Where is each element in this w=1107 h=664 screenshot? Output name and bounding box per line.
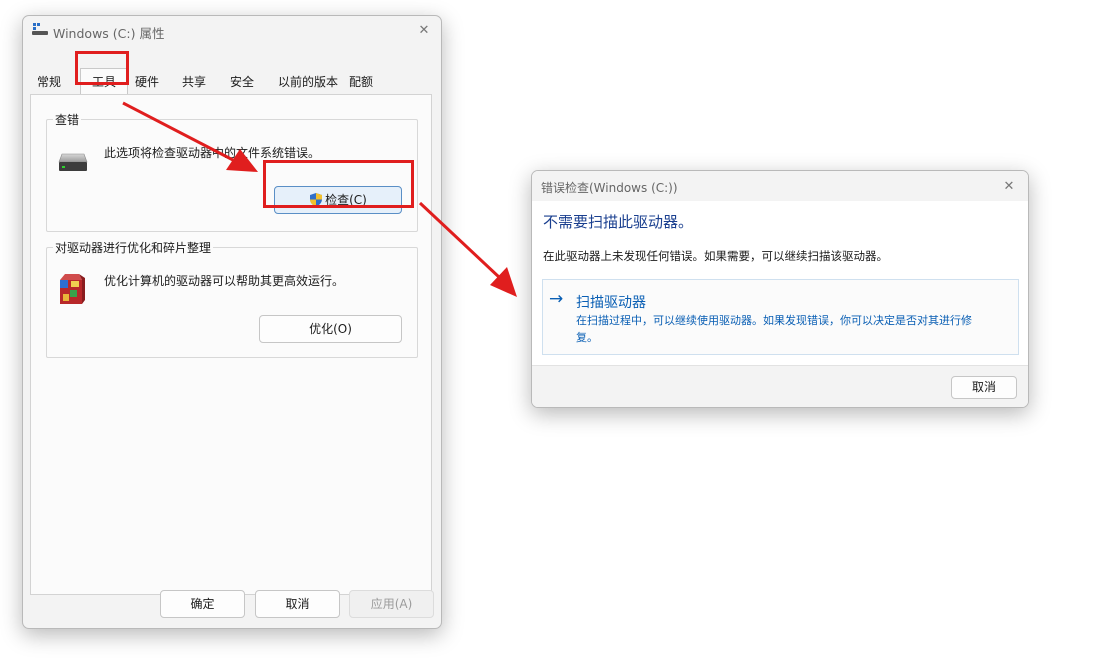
- arrow-to-check-button: [122, 101, 258, 172]
- annotation-arrows: [122, 101, 517, 297]
- arrow-to-dialog: [418, 201, 517, 297]
